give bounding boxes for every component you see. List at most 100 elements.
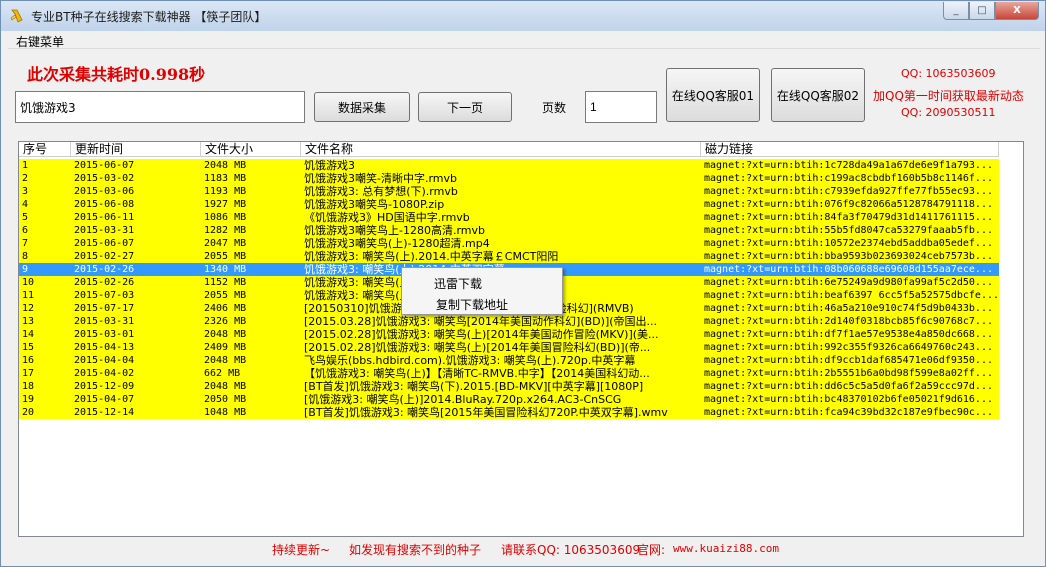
qq-service-01-button[interactable]: 在线QQ客服01 [666,68,760,122]
cell-file-size: 1927 MB [204,199,247,210]
cell-file-name: 饥饿游戏3嘲笑鸟(上)-1280超清.mp4 [304,237,490,250]
table-row[interactable]: 7 2015-06-07 2047 MB 饥饿游戏3嘲笑鸟(上)-1280超清.mp4… [19,237,999,250]
cell-update-time: 2015-02-26 [74,264,135,275]
cell-index: 15 [22,342,35,353]
cell-file-size: 2047 MB [204,238,247,249]
cell-index: 14 [22,329,35,340]
header-file-name[interactable]: 文件名称 [301,142,701,157]
table-row[interactable]: 16 2015-04-04 2048 MB 飞鸟娱乐(bbs.hdbird.com).… [19,354,999,367]
cell-magnet: magnet:?xt=urn:btih:df7f1ae57e9538e4a850… [704,329,993,340]
cell-file-size: 2406 MB [204,303,247,314]
cell-update-time: 2015-02-26 [74,277,135,288]
cell-file-size: 662 MB [204,368,241,379]
cell-file-size: 2055 MB [204,290,247,301]
title-bar[interactable]: 专业BT种子在线搜索下载神器 【筷子团队】 _ □ X [1,1,1045,31]
pages-label: 页数 [542,101,567,115]
cell-magnet: magnet:?xt=urn:btih:bc48370102b6fe05021f… [704,394,993,405]
header-update-time[interactable]: 更新时间 [71,142,201,157]
cell-magnet: magnet:?xt=urn:btih:df9ccb1daf685471e06d… [704,355,993,366]
cell-index: 10 [22,277,35,288]
ctx-copy-link[interactable]: 复制下载地址 [436,296,508,313]
search-input[interactable] [15,91,305,123]
table-row[interactable]: 2 2015-03-02 1183 MB 饥饿游戏3嘲笑-清晰中字.rmvb magne… [19,172,999,185]
next-page-button[interactable]: 下一页 [418,92,512,122]
cell-file-name: 饥饿游戏3: 嘲笑鸟(上).2014.中英字幕￡CMCT阳阳 [304,250,559,263]
table-row[interactable]: 4 2015-06-08 1927 MB 饥饿游戏3嘲笑鸟-1080P.zip magn… [19,198,999,211]
cell-update-time: 2015-06-07 [74,160,135,171]
cell-update-time: 2015-07-17 [74,303,135,314]
cell-file-size: 1183 MB [204,173,247,184]
cell-file-size: 2048 MB [204,329,247,340]
cell-file-size: 2050 MB [204,394,247,405]
cell-file-size: 1152 MB [204,277,247,288]
cell-update-time: 2015-12-09 [74,381,135,392]
cell-file-size: 1048 MB [204,407,247,418]
qq-service-02-button[interactable]: 在线QQ客服02 [771,68,865,122]
header-file-size[interactable]: 文件大小 [201,142,301,157]
cell-index: 7 [22,238,29,249]
cell-magnet: magnet:?xt=urn:btih:beaf6397 6cc5f5a5257… [704,290,999,301]
main-window: 专业BT种子在线搜索下载神器 【筷子团队】 _ □ X 右键菜单 此次采集共耗时… [0,0,1046,567]
cell-magnet: magnet:?xt=urn:btih:1c728da49a1a67de6e9f… [704,160,993,171]
cell-file-name: 饥饿游戏3嘲笑鸟-1080P.zip [304,198,445,211]
cell-magnet: magnet:?xt=urn:btih:fca94c39bd32c187e9fb… [704,407,993,418]
table-row[interactable]: 13 2015-03-31 2326 MB [2015.03.28]饥饿游戏3: 嘲笑… [19,315,999,328]
cell-update-time: 2015-12-14 [74,407,135,418]
cell-file-size: 2048 MB [204,381,247,392]
cell-magnet: magnet:?xt=urn:btih:6e75249a9d980fa99af5… [704,277,993,288]
cell-index: 11 [22,290,35,301]
cell-update-time: 2015-04-07 [74,394,135,405]
pages-input[interactable] [585,91,657,123]
footer-site-link[interactable]: www.kuaizi88.com [673,542,779,555]
cell-file-name: 饥饿游戏3 [304,159,355,172]
cell-index: 19 [22,394,35,405]
cell-file-size: 2326 MB [204,316,247,327]
cell-file-name: [饥饿游戏3: 嘲笑鸟(上)]2014.BluRay.720p.x264.AC3… [304,393,622,406]
contact-notice: 加QQ第一时间获取最新动态 [873,89,1024,103]
menu-right-click[interactable]: 右键菜单 [16,33,64,50]
cell-update-time: 2015-04-02 [74,368,135,379]
table-row[interactable]: 18 2015-12-09 2048 MB [BT首发]饥饿游戏3: 嘲笑鸟(下).2… [19,380,999,393]
header-index[interactable]: 序号 [19,142,71,157]
table-row[interactable]: 17 2015-04-02 662 MB 【饥饿游戏3: 嘲笑鸟(上)】【清晰TC-R… [19,367,999,380]
table-row[interactable]: 19 2015-04-07 2050 MB [饥饿游戏3: 嘲笑鸟(上)]2014.B… [19,393,999,406]
cell-file-name: [BT首发]饥饿游戏3: 嘲笑鸟(下).2015.[BD-MKV][中英字幕][… [304,380,644,393]
context-menu: 迅雷下载 复制下载地址 [401,267,563,315]
table-row[interactable]: 14 2015-03-01 2048 MB [2015.02.28]饥饿游戏3: 嘲笑… [19,328,999,341]
footer-notice: 如发现有搜索不到的种子 [349,543,482,557]
cell-file-size: 1193 MB [204,186,247,197]
table-row[interactable]: 8 2015-02-27 2055 MB 饥饿游戏3: 嘲笑鸟(上).2014.中英字… [19,250,999,263]
table-row[interactable]: 20 2015-12-14 1048 MB [BT首发]饥饿游戏3: 嘲笑鸟[2015… [19,406,999,419]
maximize-button[interactable]: □ [969,2,995,20]
cell-index: 13 [22,316,35,327]
cell-update-time: 2015-06-07 [74,238,135,249]
cell-file-name: [2015.03.28]饥饿游戏3: 嘲笑鸟[2014年美国动作科幻](BD)]… [304,315,658,328]
table-header: 序号 更新时间 文件大小 文件名称 磁力链接 [19,142,1023,157]
cell-file-size: 2055 MB [204,251,247,262]
minimize-button[interactable]: _ [943,2,969,20]
table-row[interactable]: 15 2015-04-13 2409 MB [2015.02.28]饥饿游戏3: 嘲笑… [19,341,999,354]
collect-button[interactable]: 数据采集 [314,92,410,122]
cell-update-time: 2015-04-13 [74,342,135,353]
app-icon [10,9,23,23]
cell-update-time: 2015-03-31 [74,225,135,236]
table-row[interactable]: 5 2015-06-11 1086 MB 《饥饿游戏3》HD国语中字.rmvb magn… [19,211,999,224]
cell-update-time: 2015-03-31 [74,316,135,327]
cell-index: 1 [22,160,29,171]
header-magnet[interactable]: 磁力链接 [701,142,999,157]
cell-magnet: magnet:?xt=urn:btih:992c355f9326ca664976… [704,342,993,353]
table-row[interactable]: 1 2015-06-07 2048 MB 饥饿游戏3 magnet:?xt=urn:bt… [19,159,999,172]
cell-index: 17 [22,368,35,379]
cell-index: 9 [22,264,29,275]
ctx-thunder-download[interactable]: 迅雷下载 [434,275,482,292]
table-row[interactable]: 6 2015-03-31 1282 MB 饥饿游戏3嘲笑鸟上-1280高清.rmvb m… [19,224,999,237]
table-row[interactable]: 3 2015-03-06 1193 MB 饥饿游戏3: 总有梦想(下).rmvb mag… [19,185,999,198]
cell-index: 8 [22,251,29,262]
elapsed-time-text: 此次采集共耗时0.998秒 [27,65,206,84]
cell-file-size: 1340 MB [204,264,247,275]
results-table[interactable]: 序号 更新时间 文件大小 文件名称 磁力链接 1 2015-06-07 2048 M… [18,141,1024,537]
close-button[interactable]: X [995,2,1039,20]
cell-file-name: 饥饿游戏3嘲笑-清晰中字.rmvb [304,172,458,185]
cell-magnet: magnet:?xt=urn:btih:dd6c5c5a5d0fa6f2a59c… [704,381,993,392]
cell-magnet: magnet:?xt=urn:btih:2d140f0318bcb85f6c90… [704,316,993,327]
